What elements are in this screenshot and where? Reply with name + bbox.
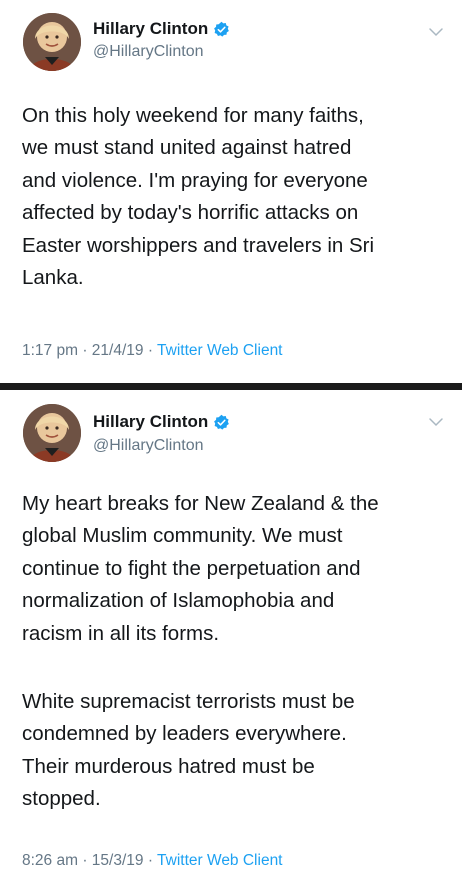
avatar-portrait-image	[23, 13, 81, 71]
tweet-card[interactable]: Hillary Clinton @HillaryClinton My heart…	[0, 390, 462, 890]
tweet-text-line: affected by today's horrific attacks on	[22, 201, 359, 225]
chevron-down-icon[interactable]	[428, 417, 444, 427]
avatar[interactable]	[23, 13, 81, 71]
tweet-text-paragraph: White supremacist terrorists must be con…	[22, 686, 447, 816]
verified-badge-icon	[214, 414, 230, 430]
tweet-date[interactable]: 15/3/19	[92, 852, 144, 869]
tweet-text-line: continue to fight the perpetuation and	[22, 556, 361, 580]
meta-separator: ·	[78, 852, 92, 869]
tweet-card[interactable]: Hillary Clinton @HillaryClinton On this …	[0, 0, 462, 383]
tweet-text-line: global Muslim community. We must	[22, 524, 343, 548]
tweet-source-link[interactable]: Twitter Web Client	[157, 852, 282, 869]
tweet-text-line: Easter worshippers and travelers in Sri	[22, 233, 375, 257]
tweet-source-link[interactable]: Twitter Web Client	[157, 342, 282, 359]
handle[interactable]: @HillaryClinton	[93, 43, 204, 61]
handle[interactable]: @HillaryClinton	[93, 437, 204, 455]
chevron-down-icon[interactable]	[428, 27, 444, 37]
tweet-text-line: White supremacist terrorists must be	[22, 690, 355, 713]
tweet-text: On this holy weekend for many faiths, we…	[22, 100, 447, 294]
tweet-text-line: Their murderous hatred must be	[22, 754, 315, 778]
meta-separator: ·	[143, 852, 158, 869]
tweet-text-line: we must stand united against hatred	[22, 136, 352, 160]
display-name[interactable]: Hillary Clinton	[93, 412, 230, 432]
tweet-text-line: Lanka.	[22, 266, 84, 290]
tweet-text-line: My heart breaks for New Zealand & the	[22, 492, 379, 515]
verified-badge-icon	[214, 21, 230, 37]
display-name[interactable]: Hillary Clinton	[93, 19, 230, 39]
avatar-portrait-image	[23, 404, 81, 462]
tweet-text-paragraph: My heart breaks for New Zealand & the gl…	[22, 488, 447, 650]
display-name-text[interactable]: Hillary Clinton	[93, 412, 208, 432]
tweet-date[interactable]: 21/4/19	[92, 342, 144, 359]
tweet-text-line: normalization of Islamophobia and	[22, 589, 335, 613]
display-name-text[interactable]: Hillary Clinton	[93, 19, 208, 39]
meta-separator: ·	[78, 342, 92, 359]
tweet-text-line: stopped.	[22, 787, 101, 811]
screenshot-divider	[0, 383, 462, 390]
tweet-text-line: condemned by leaders everywhere.	[22, 722, 347, 746]
tweet-metadata: 1:17 pm · 21/4/19 · Twitter Web Client	[22, 342, 283, 360]
tweet-time[interactable]: 8:26 am	[22, 852, 78, 869]
meta-separator: ·	[143, 342, 158, 359]
tweet-text-line: racism in all its forms.	[22, 621, 220, 645]
tweet-text-line: On this holy weekend for many faiths,	[22, 104, 364, 127]
tweet-time[interactable]: 1:17 pm	[22, 342, 78, 359]
tweet-metadata: 8:26 am · 15/3/19 · Twitter Web Client	[22, 852, 283, 870]
tweet-text-line: and violence. I'm praying for everyone	[22, 168, 368, 192]
avatar[interactable]	[23, 404, 81, 462]
